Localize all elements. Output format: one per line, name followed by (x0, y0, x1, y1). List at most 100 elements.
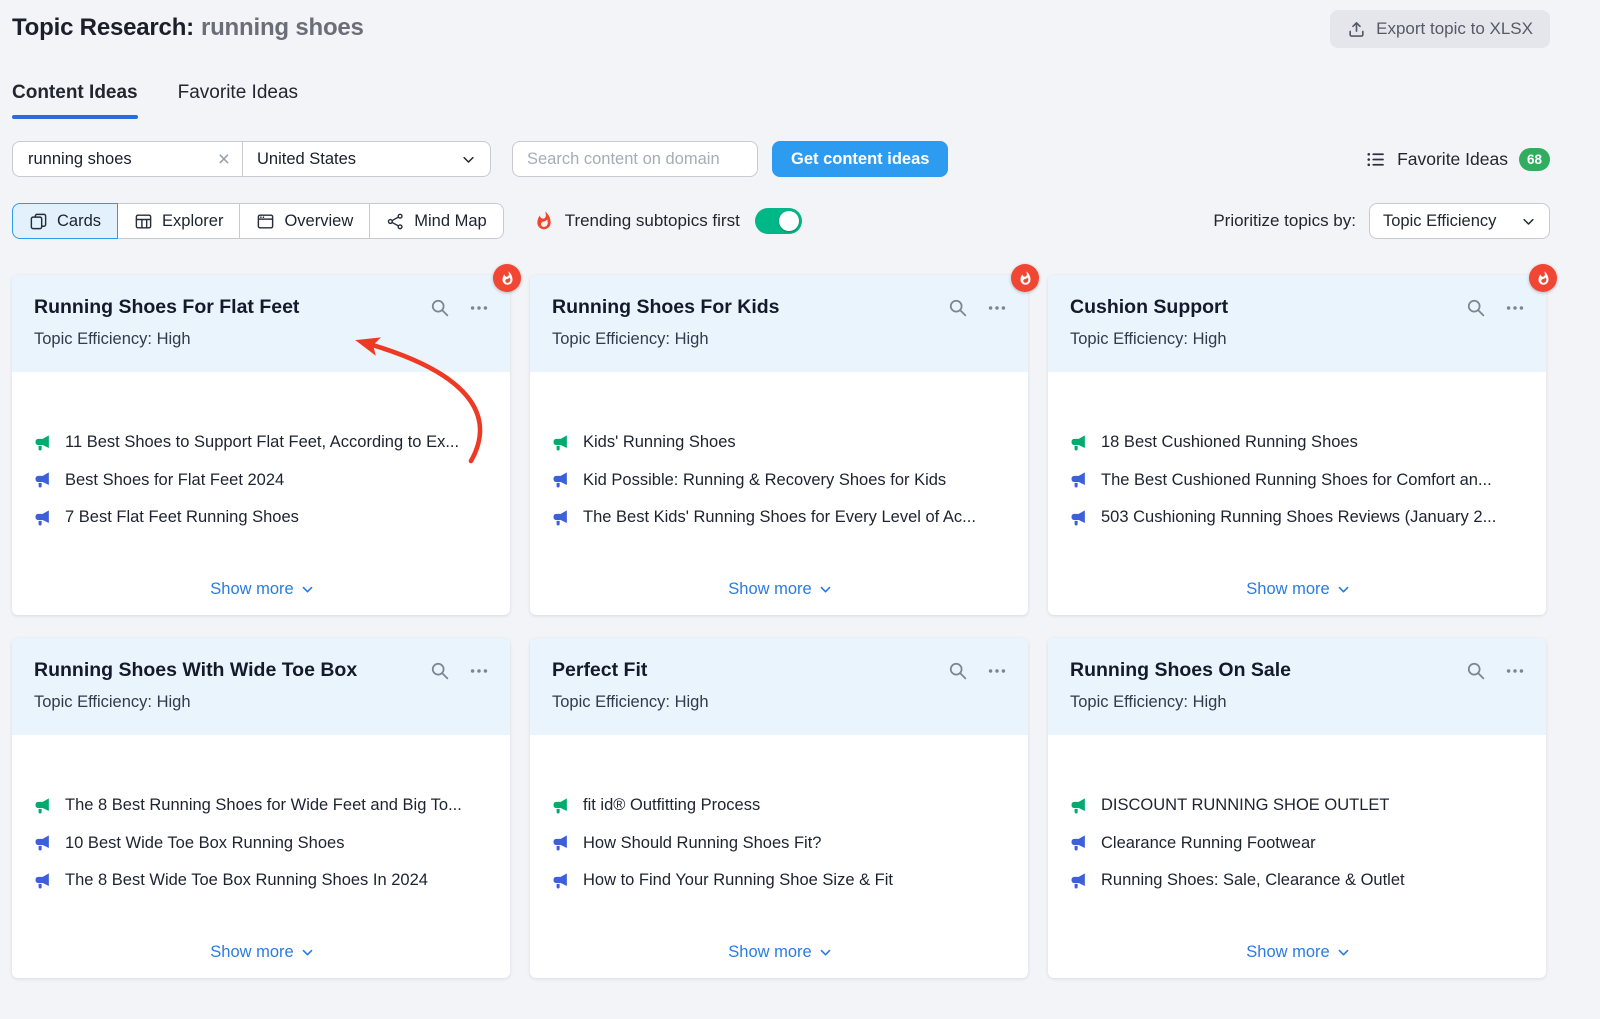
card-more-icon[interactable] (468, 297, 490, 319)
chevron-down-icon (1521, 214, 1536, 229)
card-more-icon[interactable] (468, 660, 490, 682)
trending-label: Trending subtopics first (565, 211, 740, 231)
card-title[interactable]: Running Shoes For Flat Feet (34, 296, 417, 319)
topic-efficiency: Topic Efficiency: High (34, 693, 490, 712)
idea-item[interactable]: 7 Best Flat Feet Running Shoes (34, 499, 490, 537)
show-more-link[interactable]: Show more (1246, 943, 1349, 968)
card-body: The 8 Best Running Shoes for Wide Feet a… (12, 735, 510, 978)
card-search-icon[interactable] (947, 297, 968, 318)
view-overview-label: Overview (284, 212, 353, 231)
overview-view-icon (256, 212, 275, 231)
trending-toggle[interactable] (755, 208, 802, 234)
idea-item[interactable]: The 8 Best Wide Toe Box Running Shoes In… (34, 862, 490, 900)
get-content-ideas-button[interactable]: Get content ideas (772, 141, 948, 177)
card-header: Perfect Fit Topic Efficiency: High (530, 638, 1028, 735)
card-search-icon[interactable] (1465, 297, 1486, 318)
card-more-icon[interactable] (1504, 297, 1526, 319)
idea-list: 18 Best Cushioned Running Shoes The Best… (1070, 424, 1526, 537)
card-search-icon[interactable] (1465, 660, 1486, 681)
idea-item[interactable]: 503 Cushioning Running Shoes Reviews (Ja… (1070, 499, 1526, 537)
cards-view-icon (29, 212, 48, 231)
idea-item[interactable]: Running Shoes: Sale, Clearance & Outlet (1070, 862, 1526, 900)
topic-efficiency-value: High (1193, 330, 1227, 348)
show-more-label: Show more (728, 943, 811, 962)
idea-text: The Best Kids' Running Shoes for Every L… (583, 508, 976, 527)
megaphone-icon (1070, 509, 1088, 527)
card-header: Running Shoes With Wide Toe Box Topic Ef… (12, 638, 510, 735)
idea-item[interactable]: fit id® Outfitting Process (552, 787, 1008, 825)
tab-content-ideas[interactable]: Content Ideas (12, 82, 138, 119)
topic-card: Running Shoes On Sale Topic Efficiency: … (1048, 638, 1546, 978)
idea-item[interactable]: How to Find Your Running Shoe Size & Fit (552, 862, 1008, 900)
idea-item[interactable]: Best Shoes for Flat Feet 2024 (34, 462, 490, 500)
view-explorer-button[interactable]: Explorer (117, 203, 240, 239)
card-title[interactable]: Running Shoes For Kids (552, 296, 935, 319)
card-search-icon[interactable] (947, 660, 968, 681)
chevron-down-icon (819, 583, 832, 596)
card-title[interactable]: Perfect Fit (552, 659, 935, 682)
card-title[interactable]: Cushion Support (1070, 296, 1453, 319)
idea-item[interactable]: The 8 Best Running Shoes for Wide Feet a… (34, 787, 490, 825)
idea-text: Kids' Running Shoes (583, 433, 736, 452)
megaphone-icon (34, 872, 52, 890)
show-more-link[interactable]: Show more (728, 943, 831, 968)
show-more-link[interactable]: Show more (728, 580, 831, 605)
domain-search-input[interactable] (512, 141, 758, 177)
megaphone-icon (34, 797, 52, 815)
idea-item[interactable]: Kids' Running Shoes (552, 424, 1008, 462)
idea-text: 11 Best Shoes to Support Flat Feet, Acco… (65, 433, 459, 452)
view-explorer-label: Explorer (162, 212, 223, 231)
card-more-icon[interactable] (986, 660, 1008, 682)
topic-efficiency-label: Topic Efficiency: (34, 693, 152, 711)
megaphone-icon (34, 471, 52, 489)
topic-efficiency-label: Topic Efficiency: (552, 330, 670, 348)
topic-query-input[interactable] (26, 149, 216, 170)
idea-item[interactable]: 11 Best Shoes to Support Flat Feet, Acco… (34, 424, 490, 462)
country-select[interactable]: United States (243, 142, 490, 176)
idea-item[interactable]: Kid Possible: Running & Recovery Shoes f… (552, 462, 1008, 500)
prioritize-select-value: Topic Efficiency (1383, 212, 1496, 231)
show-more-link[interactable]: Show more (1246, 580, 1349, 605)
card-title[interactable]: Running Shoes On Sale (1070, 659, 1453, 682)
show-more-label: Show more (210, 943, 293, 962)
chevron-down-icon (301, 946, 314, 959)
country-select-value: United States (257, 150, 356, 169)
idea-item[interactable]: Clearance Running Footwear (1070, 825, 1526, 863)
idea-text: fit id® Outfitting Process (583, 796, 760, 815)
show-more-link[interactable]: Show more (210, 580, 313, 605)
tab-favorite-ideas[interactable]: Favorite Ideas (178, 82, 298, 119)
flame-icon (1536, 271, 1551, 286)
topic-card: Running Shoes For Flat Feet Topic Effici… (12, 275, 510, 615)
show-more-link[interactable]: Show more (210, 943, 313, 968)
card-search-icon[interactable] (429, 297, 450, 318)
idea-text: The Best Cushioned Running Shoes for Com… (1101, 471, 1492, 490)
card-more-icon[interactable] (986, 297, 1008, 319)
view-mindmap-button[interactable]: Mind Map (369, 203, 503, 239)
card-search-icon[interactable] (429, 660, 450, 681)
card-more-icon[interactable] (1504, 660, 1526, 682)
topic-efficiency-label: Topic Efficiency: (1070, 693, 1188, 711)
idea-text: Clearance Running Footwear (1101, 834, 1316, 853)
megaphone-icon (1070, 434, 1088, 452)
favorite-ideas-link[interactable]: Favorite Ideas 68 (1365, 148, 1550, 171)
view-overview-button[interactable]: Overview (239, 203, 370, 239)
topic-card: Cushion Support Topic Efficiency: High (1048, 275, 1546, 615)
view-cards-button[interactable]: Cards (12, 203, 118, 239)
prioritize-select[interactable]: Topic Efficiency (1369, 203, 1550, 239)
idea-item[interactable]: 18 Best Cushioned Running Shoes (1070, 424, 1526, 462)
idea-item[interactable]: DISCOUNT RUNNING SHOE OUTLET (1070, 787, 1526, 825)
idea-item[interactable]: How Should Running Shoes Fit? (552, 825, 1008, 863)
megaphone-icon (34, 834, 52, 852)
card-body: Kids' Running Shoes Kid Possible: Runnin… (530, 372, 1028, 615)
favorite-ideas-label: Favorite Ideas (1397, 149, 1508, 170)
idea-item[interactable]: The Best Cushioned Running Shoes for Com… (1070, 462, 1526, 500)
card-title[interactable]: Running Shoes With Wide Toe Box (34, 659, 417, 682)
clear-query-icon[interactable]: × (216, 149, 232, 170)
topic-efficiency: Topic Efficiency: High (34, 330, 490, 349)
idea-item[interactable]: The Best Kids' Running Shoes for Every L… (552, 499, 1008, 537)
megaphone-icon (1070, 797, 1088, 815)
flame-icon (500, 271, 515, 286)
export-button[interactable]: Export topic to XLSX (1330, 10, 1550, 48)
idea-text: Running Shoes: Sale, Clearance & Outlet (1101, 871, 1405, 890)
idea-item[interactable]: 10 Best Wide Toe Box Running Shoes (34, 825, 490, 863)
